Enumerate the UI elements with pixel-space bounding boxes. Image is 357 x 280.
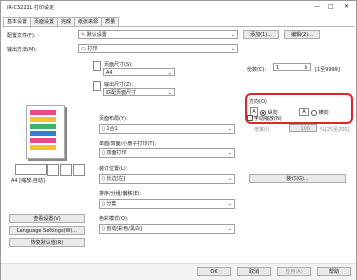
chevron-down-icon: ⌄ xyxy=(230,46,235,52)
manual-scaling-label: 手动缩放(N) xyxy=(254,116,282,122)
chevron-down-icon: ⌄ xyxy=(167,90,172,96)
color-mode-select[interactable]: ▯ 自动[彩色/黑白] ⌄ xyxy=(99,224,235,234)
collate-icon xyxy=(47,164,59,176)
binding-value: 长边[左] xyxy=(106,176,126,182)
help-button[interactable]: 帮助 xyxy=(317,267,351,276)
page-layout-select[interactable]: ▯ 1合1 ⌄ xyxy=(99,124,235,134)
window-title: iR-C3222L 打印设定 xyxy=(7,5,55,11)
layout-icon xyxy=(15,164,47,175)
scale-range: %[25至200] xyxy=(320,127,350,133)
output-method-select[interactable]: ▭ 打印 ⌄ xyxy=(78,44,238,53)
apply-button[interactable]: 应用(A) xyxy=(277,267,311,276)
copies-label: 份数(C): xyxy=(247,67,267,73)
color-mode-value: 自动[彩色/黑白] xyxy=(106,226,142,232)
chevron-down-icon: ⌄ xyxy=(167,70,172,76)
copies-spinner[interactable]: 1 ⇕ xyxy=(273,63,311,71)
preview-area: A4 [缩放:自动] xyxy=(9,83,85,199)
scale-value: 100 xyxy=(300,126,310,132)
close-icon[interactable]: ✕ xyxy=(344,3,349,10)
print-style-select[interactable]: ▯ 双面打印 ⌄ xyxy=(99,148,235,158)
chevron-down-icon: ⌄ xyxy=(227,176,232,182)
page-preview xyxy=(26,105,65,159)
output-size-value: 匹配页面尺寸 xyxy=(106,90,137,96)
color-icon xyxy=(73,164,85,176)
binding-button[interactable]: 装订(G)... xyxy=(249,174,346,183)
output-method-label: 输出方法(M): xyxy=(7,47,37,53)
maximize-icon[interactable]: □ xyxy=(328,3,334,10)
landscape-radio[interactable]: 横向 xyxy=(311,109,329,116)
manual-scaling-checkbox[interactable] xyxy=(247,115,253,121)
duplex-icon: ▯ xyxy=(102,150,105,156)
output-size-select[interactable]: 匹配页面尺寸 ⌄ xyxy=(103,88,175,96)
add-profile-button[interactable]: 添加(1)... xyxy=(243,30,279,39)
spinner-arrows-icon[interactable]: ⇕ xyxy=(304,64,308,72)
collate-value: 分套 xyxy=(106,201,117,207)
minimize-icon[interactable]: — xyxy=(314,3,320,10)
chevron-down-icon: ⌄ xyxy=(227,226,232,232)
output-size-label: 输出尺寸(Z): xyxy=(104,82,134,88)
print-style-label: 单面/双面/小册子打印(T): xyxy=(99,141,157,147)
page-layout-label: 页面布局(Y): xyxy=(99,116,128,122)
collate-select-icon: ▯ xyxy=(102,201,105,207)
edit-profile-button[interactable]: 编辑(2)... xyxy=(284,30,320,39)
printer-icon: ▭ xyxy=(81,46,86,52)
chevron-down-icon: ⌄ xyxy=(227,201,232,207)
page-size-label: 页面尺寸(S): xyxy=(104,62,133,68)
page-layout-icon: ▯ xyxy=(102,126,105,132)
view-settings-button[interactable]: 查看设置(V) xyxy=(9,214,85,223)
binding-label: 装订位置(L): xyxy=(99,166,128,172)
binding-icon: ▯ xyxy=(102,176,105,182)
title-bar: iR-C3222L 打印设定 — □ ✕ xyxy=(1,1,356,12)
chevron-down-icon: ⌄ xyxy=(227,150,232,156)
profile-label: 配置文件(F): xyxy=(7,33,36,39)
copies-range: [1至9999] xyxy=(315,67,340,73)
output-method-value: 打印 xyxy=(87,46,98,52)
orientation-label: 方向(O) xyxy=(249,99,267,105)
landscape-icon: A xyxy=(299,108,309,116)
dialog-footer: OK 取消 应用(A) 帮助 xyxy=(1,263,356,280)
staple-icon xyxy=(60,164,72,176)
settings-panel: 配置文件(F): ✎ 默认设置 ⌄ 添加(1)... 编辑(2)... 输出方法… xyxy=(3,26,354,263)
binding-select[interactable]: ▯ 长边[左] ⌄ xyxy=(99,174,235,184)
scale-label: 倍率(I): xyxy=(254,127,272,133)
page-size-select[interactable]: A4 ⌄ xyxy=(103,68,175,76)
page-layout-value: 1合1 xyxy=(106,126,118,132)
collate-select[interactable]: ▯ 分套 ⌄ xyxy=(99,199,235,209)
cancel-button[interactable]: 取消 xyxy=(237,267,271,276)
output-size-icon xyxy=(93,81,101,91)
chevron-down-icon: ⌄ xyxy=(227,126,232,132)
copies-value: 1 xyxy=(276,65,280,71)
profile-select[interactable]: ✎ 默认设置 ⌄ xyxy=(78,30,238,39)
chevron-down-icon: ⌄ xyxy=(230,32,235,38)
preview-caption: A4 [缩放:自动] xyxy=(11,178,45,184)
restore-defaults-button[interactable]: 恢复默认值(R) xyxy=(9,238,85,247)
print-style-value: 双面打印 xyxy=(106,150,127,156)
collate-label: 排序/分组/偏移(E): xyxy=(99,191,142,197)
page-size-value: A4 xyxy=(106,70,113,76)
printer-dialog-window: iR-C3222L 打印设定 — □ ✕ 基本设置 页面设置 完成 纸张来源 质… xyxy=(0,0,357,280)
pencil-icon: ✎ xyxy=(81,32,86,38)
tab-bar: 基本设置 页面设置 完成 纸张来源 质量 xyxy=(3,17,120,28)
language-settings-button[interactable]: Language Settings(W)... xyxy=(9,226,85,235)
color-mode-icon: ▯ xyxy=(102,226,105,232)
scale-spinner[interactable]: 100 xyxy=(289,124,317,132)
color-mode-label: 色彩模式(Q): xyxy=(99,216,129,222)
radio-unselected-icon xyxy=(311,109,317,116)
ok-button[interactable]: OK xyxy=(197,267,231,276)
profile-value: 默认设置 xyxy=(86,32,107,38)
page-size-icon xyxy=(93,61,101,71)
